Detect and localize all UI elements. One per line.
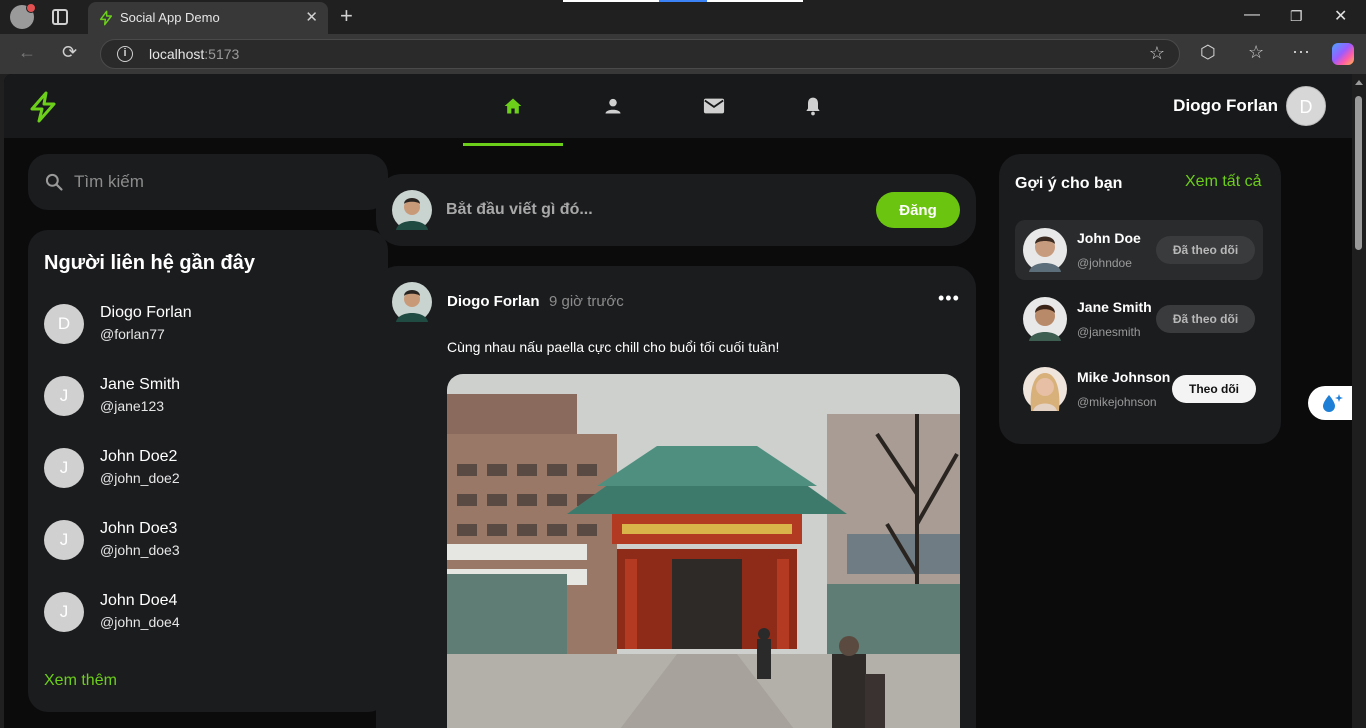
- contact-handle: @john_doe4: [100, 614, 180, 630]
- recent-contacts-panel: Người liên hệ gần đây D Diogo Forlan @fo…: [28, 230, 388, 712]
- contact-name: John Doe2: [100, 448, 178, 465]
- suggestion-handle: @mikejohnson: [1077, 395, 1157, 409]
- mail-icon: [703, 98, 725, 114]
- suggestion-item[interactable]: John Doe @johndoe Đã theo dõi: [1015, 220, 1263, 280]
- suggestion-item[interactable]: Mike Johnson @mikejohnson Theo dõi: [1015, 359, 1263, 419]
- avatar: [1023, 297, 1067, 341]
- tab-title: Social App Demo: [120, 10, 220, 25]
- suggestions-title: Gợi ý cho bạn: [1015, 175, 1123, 192]
- browser-tab[interactable]: Social App Demo ✕: [88, 2, 328, 34]
- settings-menu-icon[interactable]: ⋯: [1292, 42, 1310, 63]
- browser-toolbar: ← ⟳ i localhost:5173 ☆ ⬡ ☆ ⋯: [0, 34, 1366, 74]
- suggestion-item[interactable]: Jane Smith @janesmith Đã theo dõi: [1015, 289, 1263, 349]
- app-header: Diogo Forlan D: [4, 74, 1352, 146]
- see-more-link[interactable]: Xem thêm: [44, 672, 117, 690]
- post-composer: Đăng: [376, 174, 976, 246]
- search-box: [28, 154, 388, 210]
- post-card: Diogo Forlan 9 giờ trước ••• Cùng nhau n…: [376, 266, 976, 728]
- contact-item[interactable]: D Diogo Forlan @forlan77: [44, 300, 364, 348]
- header-avatar[interactable]: D: [1286, 86, 1326, 126]
- avatar: J: [44, 592, 84, 632]
- browser-profile-icon[interactable]: [10, 3, 36, 29]
- contact-item[interactable]: J John Doe3 @john_doe3: [44, 516, 364, 564]
- bell-icon: [806, 97, 820, 116]
- header-user-name[interactable]: Diogo Forlan: [1173, 96, 1278, 116]
- extensions-icon[interactable]: ⬡: [1200, 42, 1216, 63]
- recent-contacts-title: Người liên hệ gần đây: [44, 252, 255, 274]
- contact-item[interactable]: J Jane Smith @jane123: [44, 372, 364, 420]
- address-bar[interactable]: i localhost:5173 ☆: [100, 39, 1180, 69]
- post-button[interactable]: Đăng: [876, 192, 960, 228]
- profile-icon: [605, 98, 621, 114]
- droplet-sparkle-icon: [1323, 394, 1343, 412]
- minimize-icon[interactable]: —: [1244, 6, 1260, 24]
- contact-item[interactable]: J John Doe4 @john_doe4: [44, 588, 364, 636]
- contact-name: John Doe3: [100, 520, 178, 537]
- post-author[interactable]: Diogo Forlan: [447, 293, 540, 310]
- scrollbar-thumb[interactable]: [1355, 96, 1362, 250]
- suggestion-name: Mike Johnson: [1077, 369, 1171, 385]
- contact-handle: @john_doe2: [100, 470, 180, 486]
- following-button[interactable]: Đã theo dõi: [1156, 305, 1255, 333]
- window-strip-2: [707, 0, 803, 2]
- nav-notifications[interactable]: [763, 88, 863, 130]
- contact-name: Jane Smith: [100, 376, 181, 393]
- post-time: 9 giờ trước: [549, 293, 624, 310]
- window-strip-accent: [659, 0, 707, 2]
- nav-home[interactable]: [463, 88, 563, 146]
- suggestion-handle: @janesmith: [1077, 325, 1141, 339]
- browser-tabbar: Social App Demo ✕ + — ❐ ✕: [0, 0, 1366, 34]
- page-scrollbar[interactable]: [1352, 74, 1366, 728]
- avatar[interactable]: [392, 282, 432, 322]
- avatar: J: [44, 520, 84, 560]
- following-button[interactable]: Đã theo dõi: [1156, 236, 1255, 264]
- nav-profile[interactable]: [563, 88, 663, 130]
- avatar: [392, 190, 432, 230]
- home-icon: [504, 98, 522, 114]
- contact-handle: @john_doe3: [100, 542, 180, 558]
- favorite-star-icon[interactable]: ☆: [1149, 43, 1165, 64]
- search-input[interactable]: [74, 170, 364, 194]
- site-info-icon[interactable]: i: [117, 46, 133, 62]
- page-viewport: Diogo Forlan D Người liên hệ gần đây D D…: [4, 74, 1366, 728]
- temple-gate-photo: [447, 374, 960, 728]
- contact-handle: @jane123: [100, 398, 165, 414]
- back-icon[interactable]: ←: [18, 42, 36, 63]
- suggestion-handle: @johndoe: [1077, 256, 1132, 270]
- post-text: Cùng nhau nấu paella cực chill cho buổi …: [447, 339, 780, 355]
- see-all-link[interactable]: Xem tất cả: [1185, 173, 1261, 191]
- copilot-icon[interactable]: [1332, 43, 1354, 65]
- restore-icon[interactable]: ❐: [1290, 8, 1303, 25]
- contact-name: John Doe4: [100, 592, 178, 609]
- contact-item[interactable]: J John Doe2 @john_doe2: [44, 444, 364, 492]
- avatar: [1023, 228, 1067, 272]
- follow-button[interactable]: Theo dõi: [1172, 375, 1256, 403]
- close-window-icon[interactable]: ✕: [1334, 6, 1347, 26]
- more-options-icon[interactable]: •••: [938, 288, 960, 309]
- post-image[interactable]: [447, 374, 960, 728]
- suggestion-name: John Doe: [1077, 230, 1141, 246]
- search-icon: [45, 173, 63, 191]
- suggestions-panel: Gợi ý cho bạn Xem tất cả John Doe @johnd…: [999, 154, 1281, 444]
- new-tab-icon[interactable]: +: [340, 4, 353, 28]
- contact-handle: @forlan77: [100, 326, 165, 342]
- url-text: localhost:5173: [149, 46, 240, 62]
- close-tab-icon[interactable]: ✕: [305, 8, 318, 26]
- nav-messages[interactable]: [663, 88, 763, 130]
- avatar: D: [44, 304, 84, 344]
- avatar: J: [44, 448, 84, 488]
- tab-actions-icon[interactable]: [52, 9, 68, 25]
- contact-name: Diogo Forlan: [100, 304, 192, 321]
- avatar: [1023, 367, 1067, 411]
- window-strip: [563, 0, 659, 2]
- favorites-icon[interactable]: ☆: [1248, 42, 1264, 63]
- suggestion-name: Jane Smith: [1077, 299, 1152, 315]
- bolt-icon: [99, 10, 113, 26]
- compose-input[interactable]: [446, 198, 846, 222]
- scroll-up-icon[interactable]: [1355, 80, 1363, 85]
- reload-icon[interactable]: ⟳: [62, 42, 77, 63]
- avatar: J: [44, 376, 84, 416]
- floating-assistant-button[interactable]: [1308, 386, 1352, 420]
- app-logo-icon[interactable]: [26, 90, 60, 124]
